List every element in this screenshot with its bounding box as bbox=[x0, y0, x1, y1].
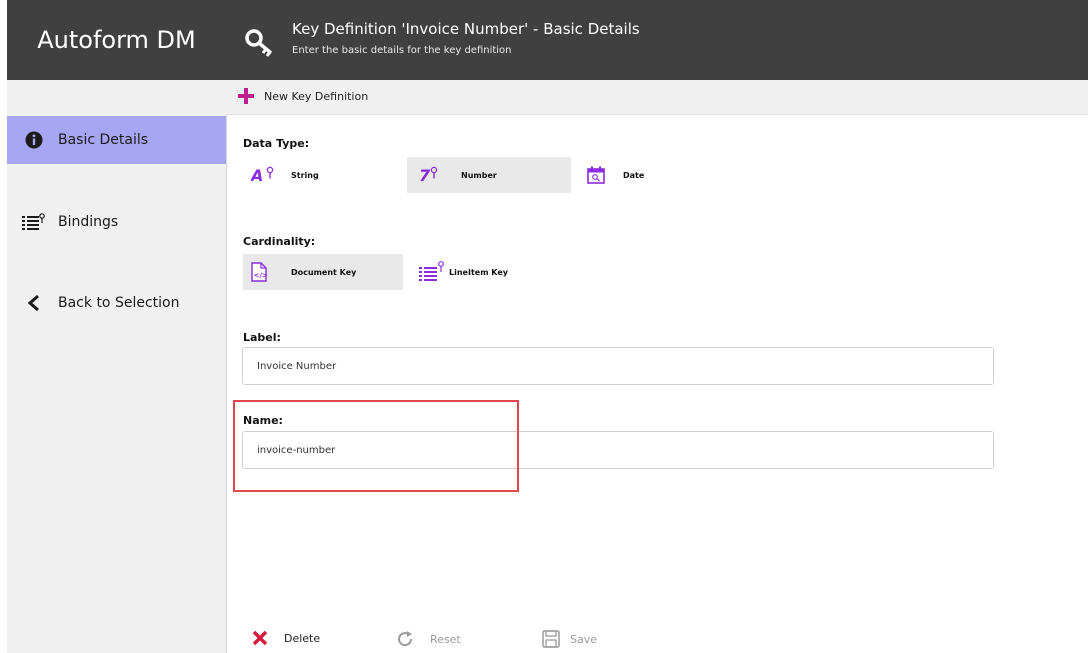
label-input[interactable]: Invoice Number bbox=[242, 347, 994, 385]
toolbar: New Key Definition bbox=[226, 80, 1088, 115]
date-type-icon bbox=[587, 166, 609, 184]
cardinality-option-label: LineItem Key bbox=[449, 267, 509, 277]
lineitem-key-icon bbox=[419, 261, 449, 283]
string-type-icon: A bbox=[251, 165, 279, 185]
sidebar-item-label: Back to Selection bbox=[58, 295, 180, 311]
app-title: Autoform DM bbox=[7, 0, 226, 80]
bindings-list-icon bbox=[22, 210, 46, 234]
info-icon bbox=[22, 128, 46, 152]
new-key-definition-button[interactable]: New Key Definition bbox=[238, 88, 368, 104]
reset-label: Reset bbox=[430, 632, 461, 646]
save-button[interactable]: Save bbox=[542, 630, 597, 648]
sidebar-item-back-to-selection[interactable]: Back to Selection bbox=[7, 279, 226, 327]
window-edge bbox=[0, 0, 7, 653]
sidebar-item-label: Bindings bbox=[58, 214, 119, 230]
svg-text:A: A bbox=[251, 166, 263, 185]
key-search-icon bbox=[244, 28, 276, 58]
svg-text:</>: </> bbox=[254, 272, 267, 280]
reset-button[interactable]: Reset bbox=[396, 630, 461, 648]
name-field-highlight-box bbox=[233, 400, 519, 492]
sidebar-item-bindings[interactable]: Bindings bbox=[7, 198, 226, 246]
number-type-icon: 7 bbox=[419, 165, 447, 185]
delete-button[interactable]: Delete bbox=[252, 630, 320, 646]
basic-details-form: Data Type: A String 7 Number Date Cardin… bbox=[226, 115, 1088, 653]
data-type-label: Data Type: bbox=[243, 137, 310, 150]
save-label: Save bbox=[570, 632, 598, 646]
cardinality-label: Cardinality: bbox=[243, 235, 316, 248]
cardinality-document-key-option[interactable]: </> Document Key bbox=[243, 254, 403, 290]
label-field-label: Label: bbox=[243, 331, 281, 344]
page-subtitle: Enter the basic details for the key defi… bbox=[292, 45, 512, 56]
new-key-definition-label: New Key Definition bbox=[264, 89, 369, 103]
cardinality-lineitem-key-option[interactable]: LineItem Key bbox=[419, 254, 549, 290]
svg-text:7: 7 bbox=[419, 166, 431, 185]
sidebar-item-basic-details[interactable]: Basic Details bbox=[7, 116, 226, 164]
page-title: Key Definition 'Invoice Number' - Basic … bbox=[292, 20, 640, 38]
data-type-string-option[interactable]: A String bbox=[243, 157, 389, 193]
delete-x-icon bbox=[252, 630, 268, 646]
data-type-number-option[interactable]: 7 Number bbox=[407, 157, 571, 193]
page-header: Key Definition 'Invoice Number' - Basic … bbox=[226, 0, 1088, 80]
back-chevron-icon bbox=[22, 291, 46, 315]
reset-icon bbox=[396, 630, 414, 648]
plus-icon bbox=[238, 88, 254, 104]
delete-label: Delete bbox=[284, 631, 321, 645]
document-key-icon: </> bbox=[251, 262, 273, 282]
data-type-option-label: Date bbox=[623, 170, 645, 180]
save-floppy-icon bbox=[542, 630, 560, 648]
sidebar-item-label: Basic Details bbox=[58, 132, 149, 148]
sidebar: Autoform DM Basic Details Bindings Back … bbox=[7, 0, 227, 653]
data-type-option-label: Number bbox=[461, 170, 497, 180]
cardinality-option-label: Document Key bbox=[291, 267, 357, 277]
data-type-option-label: String bbox=[291, 170, 319, 180]
data-type-date-option[interactable]: Date bbox=[581, 157, 681, 193]
